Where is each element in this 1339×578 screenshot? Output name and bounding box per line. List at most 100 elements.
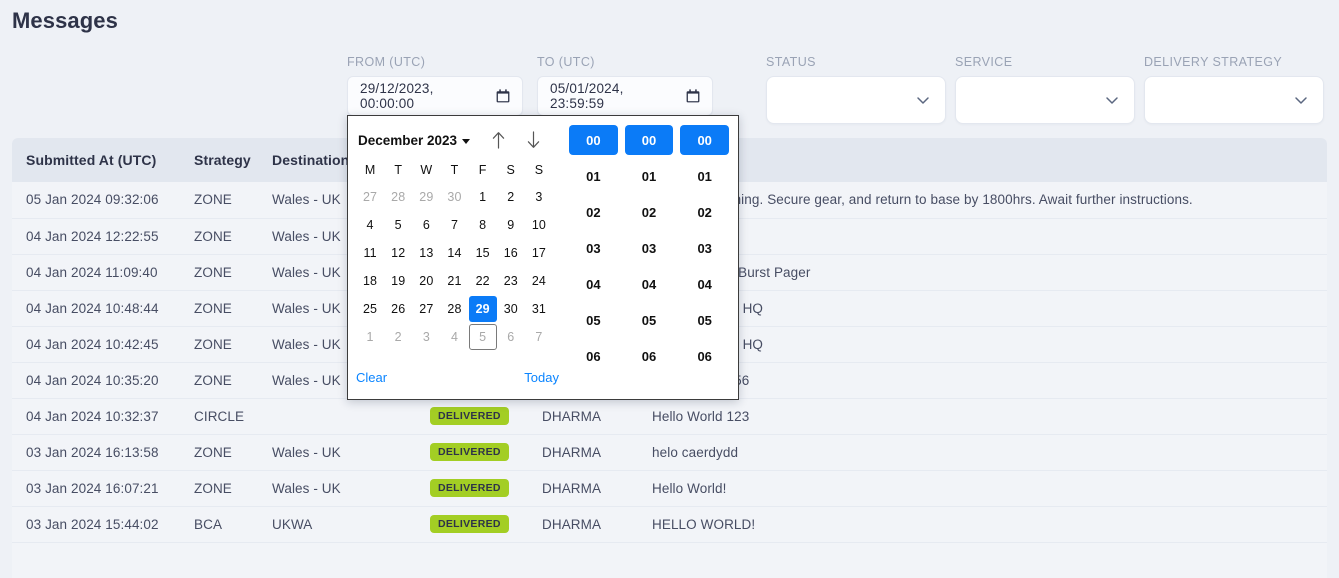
calendar-day[interactable]: 1 <box>356 323 384 351</box>
table-row[interactable]: 03 Jan 2024 16:13:58 ZONE Wales - UK DELIVE… <box>12 434 1327 471</box>
calendar-day[interactable]: 28 <box>440 295 468 323</box>
time-option[interactable]: 05 <box>680 305 729 335</box>
cell-message: Hello World! <box>652 470 1327 507</box>
time-option[interactable]: 04 <box>569 269 618 299</box>
calendar-day[interactable]: 9 <box>497 211 525 239</box>
time-option-selected[interactable]: 00 <box>624 125 674 155</box>
time-option[interactable]: 01 <box>680 161 729 191</box>
calendar-day[interactable]: 4 <box>356 211 384 239</box>
chevron-down-icon[interactable] <box>1293 92 1309 108</box>
chevron-down-icon[interactable] <box>1104 92 1120 108</box>
calendar-day[interactable]: 24 <box>525 267 553 295</box>
time-option[interactable]: 01 <box>569 161 618 191</box>
time-option-selected[interactable]: 00 <box>569 125 618 155</box>
time-option[interactable]: 02 <box>680 197 729 227</box>
calendar-day[interactable]: 3 <box>412 323 440 351</box>
calendar-day[interactable]: 26 <box>384 295 412 323</box>
status-select[interactable] <box>766 76 946 124</box>
time-option[interactable]: 03 <box>625 233 674 263</box>
calendar-day[interactable]: 5 <box>468 323 497 351</box>
time-option[interactable]: 04 <box>680 269 729 299</box>
calendar-day[interactable]: 25 <box>356 295 384 323</box>
time-column-hours[interactable]: 00 01 02 03 04 05 06 <box>569 125 618 399</box>
calendar-day[interactable]: 19 <box>384 267 412 295</box>
calendar-day[interactable]: 6 <box>497 323 525 351</box>
calendar-day[interactable]: 30 <box>497 295 525 323</box>
calendar-day[interactable]: 18 <box>356 267 384 295</box>
time-column-seconds[interactable]: 00 01 02 03 04 05 06 <box>680 125 730 399</box>
chevron-down-icon[interactable] <box>915 92 931 108</box>
time-option[interactable]: 03 <box>680 233 729 263</box>
calendar-day[interactable]: 13 <box>412 239 440 267</box>
calendar-day[interactable]: 16 <box>497 239 525 267</box>
time-option[interactable]: 05 <box>569 305 618 335</box>
calendar-day-label: 6 <box>507 330 515 344</box>
calendar-day[interactable]: 11 <box>356 239 384 267</box>
calendar-day[interactable]: 29 <box>412 183 440 211</box>
column-header-message[interactable]: Message <box>652 138 1327 182</box>
calendar-day[interactable]: 31 <box>525 295 553 323</box>
calendar-icon[interactable] <box>686 89 700 103</box>
to-date-input[interactable]: 05/01/2024, 23:59:59 <box>537 76 713 116</box>
calendar-day[interactable]: 12 <box>384 239 412 267</box>
calendar-icon[interactable] <box>496 89 510 103</box>
calendar-day[interactable]: 2 <box>497 183 525 211</box>
calendar-day[interactable]: 7 <box>440 211 468 239</box>
calendar-day[interactable]: 14 <box>440 239 468 267</box>
calendar-day[interactable]: 2 <box>384 323 412 351</box>
table-row[interactable]: 03 Jan 2024 16:07:21 ZONE Wales - UK DELIVE… <box>12 470 1327 507</box>
time-option[interactable]: 06 <box>680 341 729 371</box>
calendar-day-selected[interactable]: 29 <box>468 295 497 323</box>
calendar-day[interactable]: 28 <box>384 183 412 211</box>
table-row[interactable]: 03 Jan 2024 15:44:02 BCA UKWA DELIVERED DHAR… <box>12 506 1327 543</box>
calendar-week-row: 27 28 29 30 1 2 3 <box>356 183 553 211</box>
calendar-day[interactable]: 4 <box>440 323 468 351</box>
calendar-day-label: 25 <box>363 302 378 316</box>
calendar-day[interactable]: 15 <box>469 239 497 267</box>
filter-bar: FROM (UTC) 29/12/2023, 00:00:00 TO (UTC)… <box>0 50 1339 124</box>
calendar-day-label: 11 <box>363 246 377 260</box>
calendar-day[interactable]: 27 <box>412 295 440 323</box>
calendar-day[interactable]: 7 <box>525 323 553 351</box>
service-select[interactable] <box>955 76 1135 124</box>
calendar-grid: MTWTFSS 27 28 29 30 1 2 3 4 5 6 7 8 9 10 11 12 13 14 15 16 1… <box>356 157 553 351</box>
time-option[interactable]: 06 <box>569 341 618 371</box>
today-button[interactable]: Today <box>524 370 559 385</box>
calendar-day[interactable]: 8 <box>469 211 497 239</box>
column-header-submitted-at[interactable]: Submitted At (UTC) <box>12 138 194 182</box>
column-header-strategy[interactable]: Strategy <box>194 138 272 182</box>
time-option[interactable]: 05 <box>625 305 674 335</box>
calendar-day[interactable]: 23 <box>497 267 525 295</box>
calendar-day-label: 18 <box>363 274 378 288</box>
calendar-day[interactable]: 21 <box>440 267 468 295</box>
calendar-day[interactable]: 22 <box>469 267 497 295</box>
clear-button[interactable]: Clear <box>356 370 387 385</box>
delivery-strategy-select[interactable] <box>1144 76 1324 124</box>
time-option[interactable]: 01 <box>625 161 674 191</box>
calendar-day[interactable]: 27 <box>356 183 384 211</box>
calendar-day[interactable]: 1 <box>469 183 497 211</box>
time-option[interactable]: 02 <box>625 197 674 227</box>
arrow-down-icon[interactable] <box>525 130 542 150</box>
table-row[interactable]: 04 Jan 2024 10:32:37 CIRCLE DELIVERED DHARM… <box>12 398 1327 435</box>
datetime-picker-popup[interactable]: December 2023 MTWTFSS 27 28 29 30 1 2 3 4 5 6 7 8 9 1… <box>347 115 739 400</box>
calendar-month-selector[interactable]: December 2023 <box>358 133 471 148</box>
calendar-day[interactable]: 10 <box>525 211 553 239</box>
time-column-minutes[interactable]: 00 01 02 03 04 05 06 <box>624 125 674 399</box>
calendar-day[interactable]: 6 <box>412 211 440 239</box>
calendar-footer: Clear Today <box>356 370 559 385</box>
cell-strategy: CIRCLE <box>194 398 272 435</box>
calendar-weekday-1: T <box>394 163 403 177</box>
calendar-day[interactable]: 5 <box>384 211 412 239</box>
time-option[interactable]: 02 <box>569 197 618 227</box>
calendar-day[interactable]: 30 <box>440 183 468 211</box>
calendar-day[interactable]: 20 <box>412 267 440 295</box>
time-option[interactable]: 04 <box>625 269 674 299</box>
time-option-selected[interactable]: 00 <box>680 125 730 155</box>
calendar-day[interactable]: 17 <box>525 239 553 267</box>
calendar-day[interactable]: 3 <box>525 183 553 211</box>
arrow-up-icon[interactable] <box>490 130 507 150</box>
time-option[interactable]: 06 <box>625 341 674 371</box>
time-option[interactable]: 03 <box>569 233 618 263</box>
from-date-input[interactable]: 29/12/2023, 00:00:00 <box>347 76 523 116</box>
